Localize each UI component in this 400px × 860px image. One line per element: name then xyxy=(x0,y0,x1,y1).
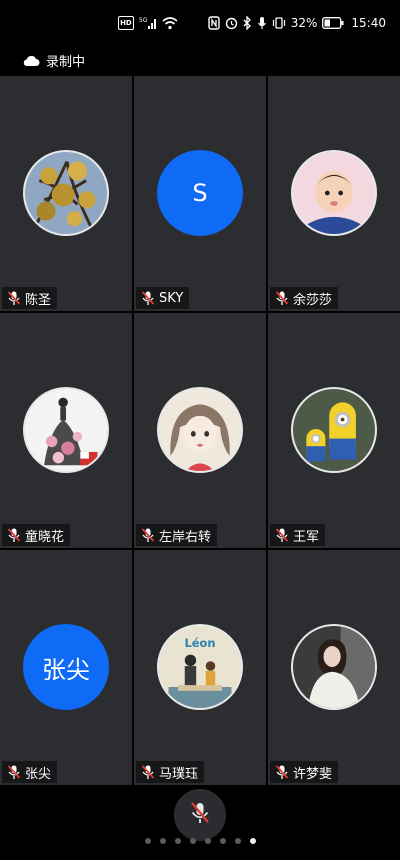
page-dot[interactable] xyxy=(219,838,226,844)
page-dot[interactable] xyxy=(189,838,196,844)
dress-illustration-avatar xyxy=(23,387,109,473)
participant-name: 张尖 xyxy=(25,766,52,782)
svg-text:5G: 5G xyxy=(139,17,148,24)
participant-name: 马璞珏 xyxy=(159,766,199,782)
microphone-muted-icon xyxy=(274,764,290,780)
wifi-icon xyxy=(162,16,178,30)
clock-time: 15:40 xyxy=(351,16,386,30)
name-tag: 陈圣 xyxy=(2,287,58,309)
name-tag: 余莎莎 xyxy=(270,287,339,309)
battery-icon xyxy=(322,16,344,30)
page-dot[interactable] xyxy=(159,838,166,844)
cellular-signal-icon: 5G xyxy=(139,16,157,30)
name-tag: 许梦斐 xyxy=(270,761,339,783)
recording-indicator[interactable]: 录制中 xyxy=(22,50,85,70)
svg-text:Léon: Léon xyxy=(184,636,215,650)
participant-name: 许梦斐 xyxy=(293,766,333,782)
girl-illustration-avatar xyxy=(157,387,243,473)
participant-name: 童晓花 xyxy=(25,529,65,545)
hd-icon: HD xyxy=(118,16,134,30)
participant-grid: 陈圣 S SKY 余莎莎 童晓花 左岸右转 王军 张尖 张尖 Léon 马璞珏 … xyxy=(0,76,400,785)
participant-name: 余莎莎 xyxy=(293,292,333,308)
participant-tile[interactable]: S SKY xyxy=(134,76,266,311)
page-dot-active[interactable] xyxy=(249,838,256,844)
participant-tile[interactable]: 王军 xyxy=(268,313,400,548)
microphone-toggle-button[interactable] xyxy=(174,789,226,841)
recording-label: 录制中 xyxy=(46,54,86,70)
microphone-muted-icon xyxy=(140,527,156,543)
status-icons: HD 5G 32% 15:40 xyxy=(118,14,386,32)
name-tag: 左岸右转 xyxy=(136,524,218,546)
woman-photo-avatar xyxy=(291,624,377,710)
name-tag: 张尖 xyxy=(2,761,58,783)
microphone-muted-icon xyxy=(274,527,290,543)
participant-tile[interactable]: 左岸右转 xyxy=(134,313,266,548)
microphone-muted-icon xyxy=(6,764,22,780)
participant-tile[interactable]: 许梦斐 xyxy=(268,550,400,785)
participant-tile[interactable]: 余莎莎 xyxy=(268,76,400,311)
microphone-muted-icon xyxy=(140,764,156,780)
alarm-icon xyxy=(225,16,238,30)
bottom-bar xyxy=(0,785,400,860)
microphone-muted-icon xyxy=(140,290,156,306)
name-tag: SKY xyxy=(136,287,190,309)
name-tag: 王军 xyxy=(270,524,326,546)
microphone-muted-icon xyxy=(6,527,22,543)
status-bar: HD 5G 32% 15:40 xyxy=(0,0,400,46)
vibrate-icon xyxy=(272,16,286,30)
participant-name: SKY xyxy=(159,290,184,306)
bluetooth-icon xyxy=(243,16,252,30)
battery-percent: 32% xyxy=(290,16,318,30)
cloud-icon xyxy=(22,53,40,67)
letter-avatar: 张尖 xyxy=(23,624,109,710)
page-indicator[interactable] xyxy=(0,835,400,847)
page-dot[interactable] xyxy=(204,838,211,844)
page-dot[interactable] xyxy=(234,838,241,844)
participant-name: 陈圣 xyxy=(25,292,52,308)
microphone-muted-icon xyxy=(6,290,22,306)
letter-avatar: S xyxy=(157,150,243,236)
participant-tile[interactable]: 陈圣 xyxy=(0,76,132,311)
participant-name: 左岸右转 xyxy=(159,529,212,545)
participant-name: 王军 xyxy=(293,529,320,545)
baby-photo-avatar xyxy=(291,150,377,236)
name-tag: 童晓花 xyxy=(2,524,71,546)
microphone-muted-icon xyxy=(274,290,290,306)
tree-photo-avatar xyxy=(23,150,109,236)
page-dot[interactable] xyxy=(144,838,151,844)
nfc-icon xyxy=(208,16,220,30)
participant-tile[interactable]: 童晓花 xyxy=(0,313,132,548)
page-dot[interactable] xyxy=(174,838,181,844)
participant-tile[interactable]: Léon 马璞珏 xyxy=(134,550,266,785)
name-tag: 马璞珏 xyxy=(136,761,205,783)
microphone-status-icon xyxy=(257,16,267,30)
participant-tile[interactable]: 张尖 张尖 xyxy=(0,550,132,785)
leon-poster-avatar: Léon xyxy=(157,624,243,710)
microphone-off-icon xyxy=(187,800,213,830)
minion-avatar xyxy=(291,387,377,473)
